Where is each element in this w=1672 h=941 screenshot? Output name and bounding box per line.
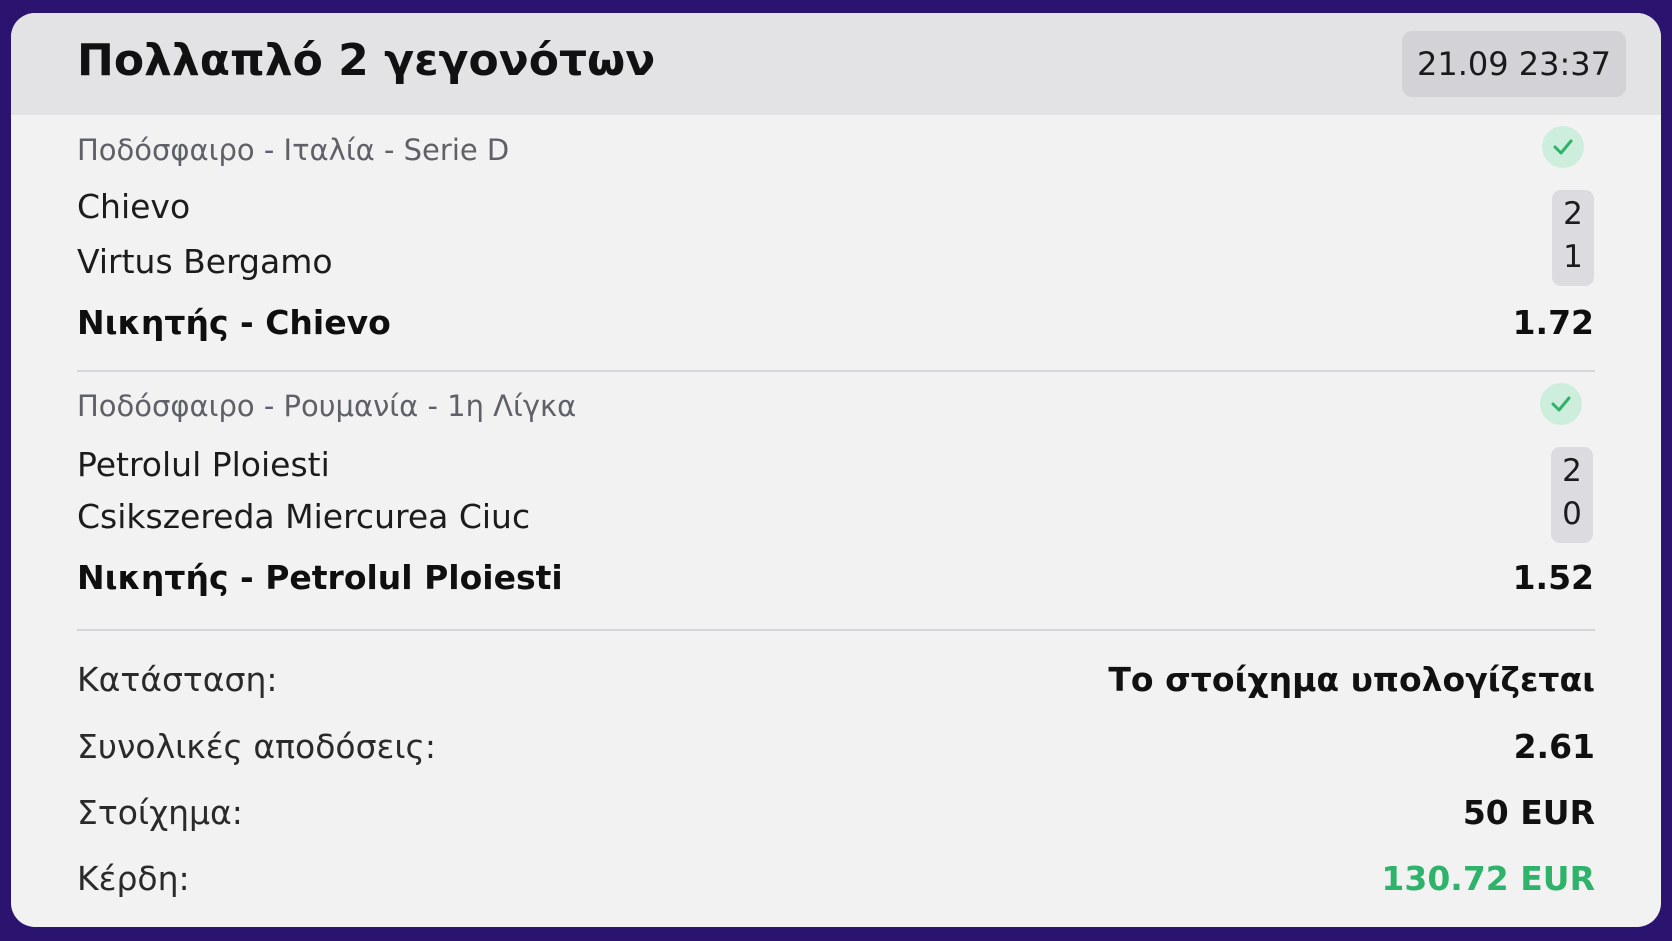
home-score: 2 <box>1562 453 1582 489</box>
bet-datetime-badge: 21.09 23:37 <box>1402 31 1626 97</box>
home-team-name: Petrolul Ploiesti <box>77 445 330 484</box>
score-box: 2 0 <box>1551 447 1593 543</box>
winnings-label: Κέρδη: <box>77 859 190 898</box>
away-score: 0 <box>1562 496 1582 532</box>
bet-slip-header: Πολλαπλό 2 γεγονότων 21.09 23:37 <box>11 13 1661 115</box>
pick-odds: 1.52 <box>1512 558 1594 597</box>
status-label: Κατάσταση: <box>77 660 278 699</box>
status-value: Το στοίχημα υπολογίζεται <box>1108 660 1595 699</box>
total-odds-value: 2.61 <box>1513 727 1595 766</box>
stake-value: 50 EUR <box>1462 793 1595 832</box>
away-team-name: Csikszereda Miercurea Ciuc <box>77 497 531 536</box>
home-team-name: Chievo <box>77 187 191 226</box>
home-score: 2 <box>1563 196 1583 232</box>
total-odds-label: Συνολικές αποδόσεις: <box>77 727 437 766</box>
bet-pick: Νικητής - Chievo <box>77 303 391 342</box>
winnings-value: 130.72 EUR <box>1381 859 1595 898</box>
check-icon <box>1540 383 1582 425</box>
away-score: 1 <box>1563 239 1583 275</box>
bet-slip-card: Πολλαπλό 2 γεγονότων 21.09 23:37 Ποδόσφα… <box>11 13 1661 927</box>
divider <box>77 629 1595 631</box>
score-box: 2 1 <box>1552 190 1594 286</box>
divider <box>77 370 1595 372</box>
bet-pick: Νικητής - Petrolul Ploiesti <box>77 558 563 597</box>
away-team-name: Virtus Bergamo <box>77 242 333 281</box>
check-icon <box>1542 126 1584 168</box>
pick-odds: 1.72 <box>1512 303 1594 342</box>
event-sport-league: Ποδόσφαιρο - Ρουμανία - 1η Λίγκα <box>77 389 577 423</box>
stake-label: Στοίχημα: <box>77 793 243 832</box>
bet-title: Πολλαπλό 2 γεγονότων <box>77 35 656 86</box>
event-sport-league: Ποδόσφαιρο - Ιταλία - Serie D <box>77 133 510 167</box>
